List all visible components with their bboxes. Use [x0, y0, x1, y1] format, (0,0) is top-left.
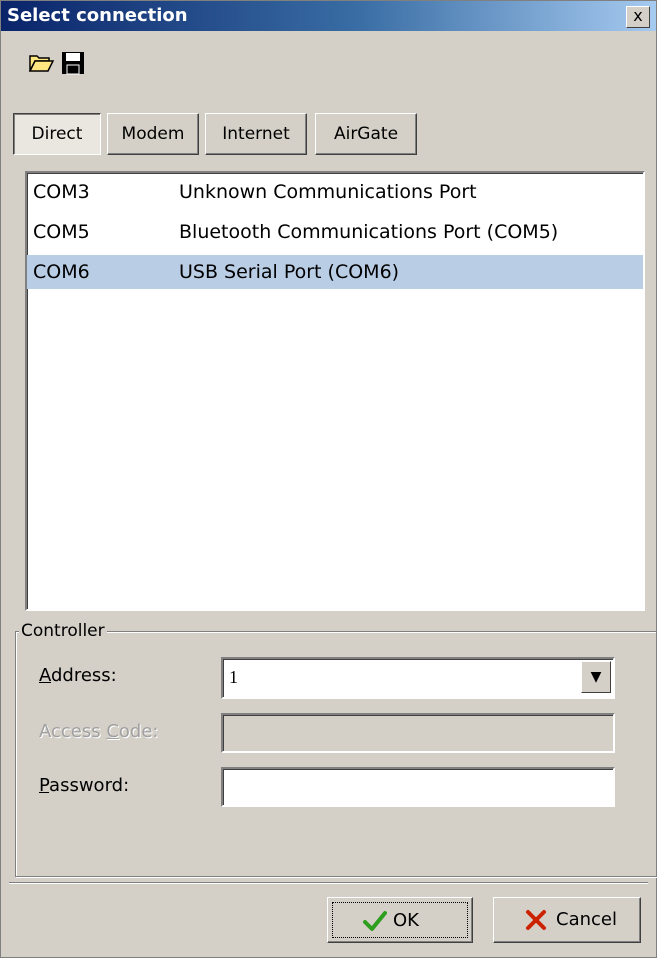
footer-divider: [9, 882, 648, 884]
title-bar[interactable]: Select connection x: [1, 1, 656, 31]
port-list[interactable]: COM3 Unknown Communications Port COM5 Bl…: [25, 171, 645, 611]
save-button[interactable]: [59, 49, 87, 77]
tab-direct[interactable]: Direct: [13, 113, 101, 155]
access-code-label: Access Code:: [39, 721, 159, 742]
ok-label: OK: [393, 910, 419, 931]
access-code-mnemonic: C: [106, 721, 119, 742]
controller-group-label: Controller: [19, 621, 107, 641]
list-item-selected[interactable]: COM6 USB Serial Port (COM6): [27, 255, 643, 289]
select-connection-dialog: Select connection x Direct Modem Interne…: [0, 0, 657, 958]
password-label-mnemonic: P: [39, 775, 50, 796]
toolbar: [7, 41, 207, 81]
cancel-button-inner: Cancel: [498, 902, 636, 938]
floppy-save-icon: [62, 52, 84, 75]
port-name: COM5: [33, 221, 90, 243]
port-description: Unknown Communications Port: [179, 181, 477, 203]
password-field[interactable]: [221, 767, 615, 807]
port-description: Bluetooth Communications Port (COM5): [179, 221, 559, 243]
address-label-text: ddress:: [51, 665, 117, 686]
address-dropdown[interactable]: 1 ▼: [221, 657, 615, 699]
list-item[interactable]: COM3 Unknown Communications Port: [27, 175, 643, 209]
address-value: 1: [229, 667, 238, 687]
open-folder-button[interactable]: [27, 49, 55, 77]
address-label: Address:: [39, 665, 117, 686]
port-description: USB Serial Port (COM6): [179, 261, 400, 283]
ok-button[interactable]: OK: [327, 897, 473, 943]
tab-airgate[interactable]: AirGate: [315, 113, 417, 155]
cancel-button[interactable]: Cancel: [493, 897, 641, 943]
dropdown-arrow-icon[interactable]: ▼: [581, 661, 611, 693]
tab-modem[interactable]: Modem: [107, 113, 199, 155]
close-icon: x: [633, 6, 643, 25]
tab-internet[interactable]: Internet: [205, 113, 307, 155]
dialog-title: Select connection: [7, 5, 188, 26]
close-button[interactable]: x: [626, 6, 650, 28]
password-label: Password:: [39, 775, 130, 796]
ok-button-focus-rect: OK: [332, 902, 468, 938]
cancel-x-icon: [526, 910, 546, 930]
folder-open-icon: [28, 55, 55, 72]
cancel-label: Cancel: [556, 909, 617, 930]
port-name: COM6: [33, 261, 90, 283]
checkmark-icon: [363, 911, 387, 931]
list-item[interactable]: COM5 Bluetooth Communications Port (COM5…: [27, 215, 643, 249]
access-code-field: [221, 713, 615, 753]
port-name: COM3: [33, 181, 90, 203]
address-label-mnemonic: A: [39, 665, 51, 686]
